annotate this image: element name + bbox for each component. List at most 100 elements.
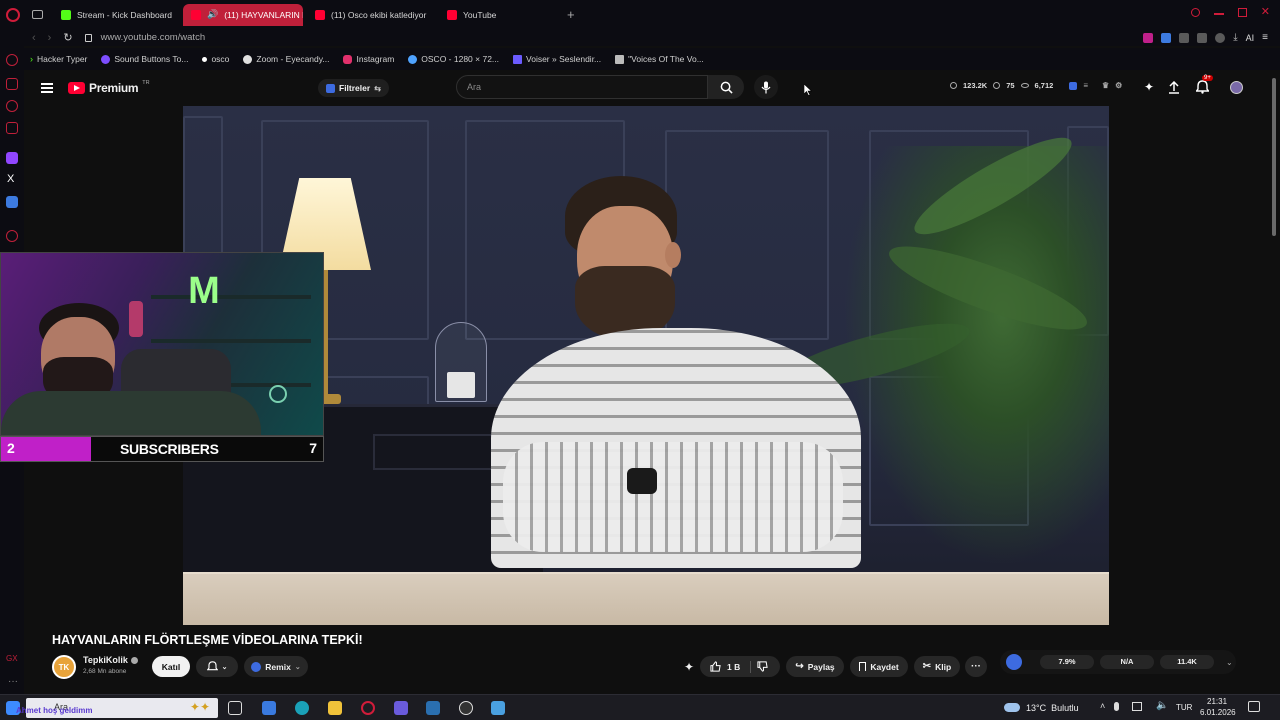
- tab-label: Stream - Kick Dashboard: [77, 9, 172, 20]
- more-icon[interactable]: ···: [8, 676, 18, 687]
- search-button[interactable]: [708, 75, 744, 99]
- player-icon[interactable]: [6, 230, 18, 242]
- clock-time[interactable]: 21:31: [1207, 697, 1227, 706]
- filters-button[interactable]: Filtreler ⇆: [318, 79, 389, 97]
- more-actions-button[interactable]: ···: [965, 656, 987, 677]
- thumbs-down-icon[interactable]: [757, 661, 768, 672]
- speaker-icon[interactable]: 🔊: [207, 9, 218, 20]
- language-indicator[interactable]: TUR: [1176, 703, 1192, 712]
- ai-button[interactable]: AI: [1246, 33, 1255, 43]
- edge-icon[interactable]: [295, 701, 309, 715]
- url-field[interactable]: www.youtube.com/watch: [101, 32, 206, 43]
- bookmark-sound-buttons[interactable]: Sound Buttons To...: [101, 54, 188, 64]
- bag-icon[interactable]: [6, 78, 18, 90]
- subscribe-notifications-button[interactable]: ⌄: [196, 656, 238, 677]
- save-button[interactable]: Kaydet: [850, 656, 908, 677]
- x-icon[interactable]: X: [7, 173, 14, 185]
- window-controls: ✕: [1190, 7, 1270, 18]
- bookmark-osco[interactable]: osco: [202, 54, 229, 64]
- extension-icon[interactable]: [1179, 32, 1190, 43]
- remix-label: Remix: [265, 661, 291, 672]
- tab-osco-video[interactable]: (11) Osco ekibi katlediyor: [307, 4, 435, 26]
- scrollbar-thumb[interactable]: [1272, 78, 1276, 236]
- share-button[interactable]: ↪ Paylaş: [786, 656, 844, 677]
- mic-tray-icon[interactable]: [1114, 702, 1119, 711]
- profile-icon[interactable]: [1215, 32, 1226, 43]
- channel-name[interactable]: TepkiKolik: [83, 655, 128, 665]
- extension-icon[interactable]: [1197, 32, 1208, 43]
- gx-icon[interactable]: GX: [6, 654, 18, 663]
- streamer-shirt: [1, 391, 261, 435]
- watching-stat: 6,712: [1034, 81, 1054, 90]
- maximize-icon[interactable]: [1237, 8, 1247, 17]
- avatar[interactable]: [1230, 81, 1243, 94]
- menu-icon[interactable]: ≡: [1262, 32, 1268, 43]
- translate-icon[interactable]: [6, 196, 18, 208]
- search-input[interactable]: Ara: [456, 75, 708, 99]
- upload-icon[interactable]: [1168, 81, 1180, 94]
- history-icon[interactable]: [6, 54, 18, 66]
- join-button[interactable]: Katıl: [152, 656, 190, 677]
- tab-sidebar-icon[interactable]: [32, 10, 43, 19]
- messenger-icon[interactable]: [6, 100, 18, 112]
- clip-button[interactable]: ✂ Klip: [914, 656, 960, 677]
- obs-icon[interactable]: [459, 701, 473, 715]
- volume-icon[interactable]: 🔈: [1156, 700, 1168, 711]
- new-tab-button[interactable]: +: [567, 7, 575, 22]
- mail-icon[interactable]: [6, 122, 18, 134]
- bookmark-instagram[interactable]: Instagram: [343, 54, 394, 64]
- like-count[interactable]: 1 B: [727, 662, 740, 672]
- clock-date[interactable]: 6.01.2026: [1200, 708, 1236, 717]
- opera-gx-icon[interactable]: [361, 701, 375, 715]
- bookmark-voices[interactable]: "Voices Of The Vo...: [615, 54, 704, 64]
- list-icon[interactable]: ≡: [1083, 81, 1088, 90]
- extension-icon[interactable]: [1161, 32, 1172, 43]
- youtube-icon: [191, 9, 201, 20]
- settings-icon[interactable]: ⚙: [1115, 81, 1122, 90]
- weather-text[interactable]: 13°C Bulutlu: [1026, 703, 1079, 713]
- youtube-logo[interactable]: Premium TR: [68, 80, 150, 95]
- download-icon[interactable]: ⤓: [1233, 32, 1237, 43]
- back-icon[interactable]: ‹: [32, 32, 36, 44]
- tab-current-video[interactable]: 🔊 (11) HAYVANLARIN FLÖ: [183, 3, 303, 26]
- discord-icon[interactable]: [394, 701, 408, 715]
- tray-chevron-icon[interactable]: ˄: [1100, 701, 1105, 711]
- trophy-icon[interactable]: ♛: [1102, 81, 1109, 90]
- minimize-icon[interactable]: [1213, 13, 1224, 15]
- extension-icon[interactable]: [1143, 32, 1154, 43]
- twitch-icon[interactable]: [6, 152, 18, 164]
- chevron-down-icon[interactable]: ⌄: [1226, 658, 1233, 667]
- reload-icon[interactable]: ↻: [63, 31, 72, 44]
- page-scrollbar[interactable]: [1270, 70, 1278, 694]
- bookmark-voiser[interactable]: Voiser » Seslendir...: [513, 54, 601, 64]
- sparkle-icon[interactable]: ✦: [684, 660, 694, 674]
- hamburger-menu-icon[interactable]: [41, 81, 53, 95]
- bookmark-zoom[interactable]: Zoom - Eyecandy...: [243, 54, 329, 64]
- app-icon[interactable]: [491, 701, 505, 715]
- tab-kick-dashboard[interactable]: Stream - Kick Dashboard: [53, 4, 179, 26]
- notifications-button[interactable]: 9+: [1196, 75, 1213, 94]
- create-icon[interactable]: ✦: [1144, 80, 1154, 94]
- bookmark-hacker-typer[interactable]: › Hacker Typer: [30, 54, 87, 64]
- divider: [750, 660, 752, 673]
- app-icon[interactable]: [262, 701, 276, 715]
- notification-center-icon[interactable]: [1248, 701, 1260, 712]
- steam-icon[interactable]: [426, 701, 440, 715]
- sound-icon: [101, 54, 111, 64]
- tab-youtube[interactable]: YouTube: [439, 4, 559, 26]
- brand-icon[interactable]: [1069, 81, 1078, 90]
- close-icon[interactable]: ✕: [1261, 7, 1270, 18]
- network-icon[interactable]: [1132, 702, 1142, 711]
- forward-icon[interactable]: ›: [48, 32, 52, 44]
- file-explorer-icon[interactable]: [328, 701, 342, 715]
- thumbs-up-icon[interactable]: [710, 661, 721, 672]
- remix-button[interactable]: Remix ⌄: [244, 656, 308, 677]
- voice-search-button[interactable]: [754, 75, 778, 99]
- channel-avatar[interactable]: TK: [52, 655, 76, 679]
- views-stat: 123.2K: [963, 81, 988, 90]
- stats-brand-icon[interactable]: [1006, 654, 1022, 670]
- bookmark-osco-1280[interactable]: OSCO - 1280 × 72...: [408, 54, 499, 64]
- search-tabs-icon[interactable]: [1190, 8, 1200, 17]
- task-view-icon[interactable]: [228, 701, 242, 715]
- browser-logo-icon[interactable]: [6, 7, 20, 22]
